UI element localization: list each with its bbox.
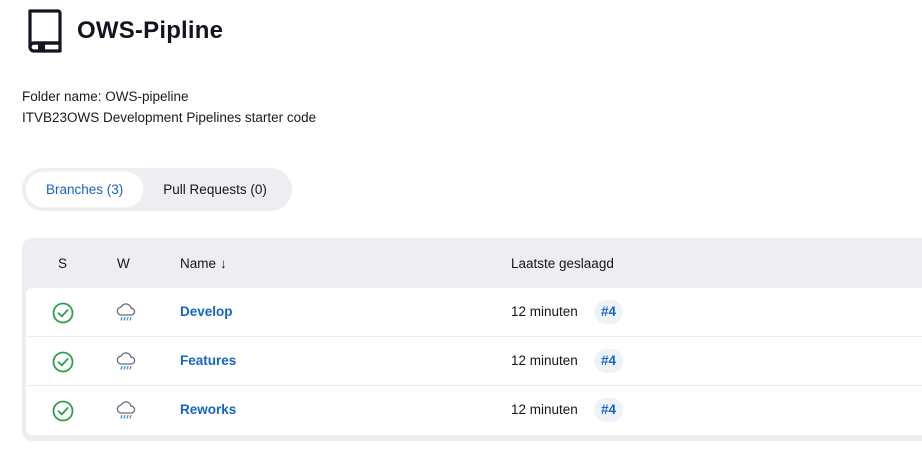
last-success-time: 12 minuten bbox=[511, 304, 578, 319]
last-success-time: 12 minuten bbox=[511, 353, 578, 368]
branch-link[interactable]: Reworks bbox=[180, 402, 236, 417]
table-row: Develop 12 minuten #4 bbox=[26, 288, 922, 337]
column-header-weather[interactable]: W bbox=[117, 256, 130, 271]
column-header-name[interactable]: Name ↓ bbox=[180, 256, 227, 271]
page-title: OWS-Pipline bbox=[77, 17, 224, 44]
success-check-icon bbox=[52, 302, 74, 324]
branches-table: S W Name ↓ Laatste geslaagd Develop 12 mi… bbox=[22, 238, 922, 441]
build-number-link[interactable]: #4 bbox=[594, 300, 624, 324]
folder-name-text: Folder name: OWS-pipeline bbox=[22, 89, 189, 104]
table-body: Develop 12 minuten #4 Features 12 minute… bbox=[26, 288, 922, 435]
folder-book-icon bbox=[28, 9, 62, 53]
tab-pull-requests[interactable]: Pull Requests (0) bbox=[143, 172, 287, 207]
folder-description: Folder name: OWS-pipeline ITVB23OWS Deve… bbox=[22, 86, 316, 128]
rain-cloud-icon bbox=[116, 352, 136, 370]
column-header-name-label: Name bbox=[180, 256, 217, 271]
folder-description-text: ITVB23OWS Development Pipelines starter … bbox=[22, 110, 317, 125]
rain-cloud-icon bbox=[116, 303, 136, 321]
table-row: Reworks 12 minuten #4 bbox=[26, 386, 922, 435]
column-header-last-success[interactable]: Laatste geslaagd bbox=[511, 256, 614, 271]
column-header-status[interactable]: S bbox=[58, 256, 67, 271]
branch-link[interactable]: Develop bbox=[180, 304, 233, 319]
last-success-time: 12 minuten bbox=[511, 402, 578, 417]
page-header: OWS-Pipline bbox=[25, 8, 223, 54]
branch-link[interactable]: Features bbox=[180, 353, 236, 368]
success-check-icon bbox=[52, 351, 74, 373]
tab-branches[interactable]: Branches (3) bbox=[26, 172, 144, 207]
sort-down-icon: ↓ bbox=[220, 256, 227, 271]
tab-bar: Branches (3) Pull Requests (0) bbox=[22, 168, 292, 211]
build-number-link[interactable]: #4 bbox=[594, 398, 624, 422]
rain-cloud-icon bbox=[116, 401, 136, 419]
success-check-icon bbox=[52, 400, 74, 422]
table-row: Features 12 minuten #4 bbox=[26, 337, 922, 386]
build-number-link[interactable]: #4 bbox=[594, 349, 624, 373]
table-header: S W Name ↓ Laatste geslaagd bbox=[22, 238, 922, 288]
